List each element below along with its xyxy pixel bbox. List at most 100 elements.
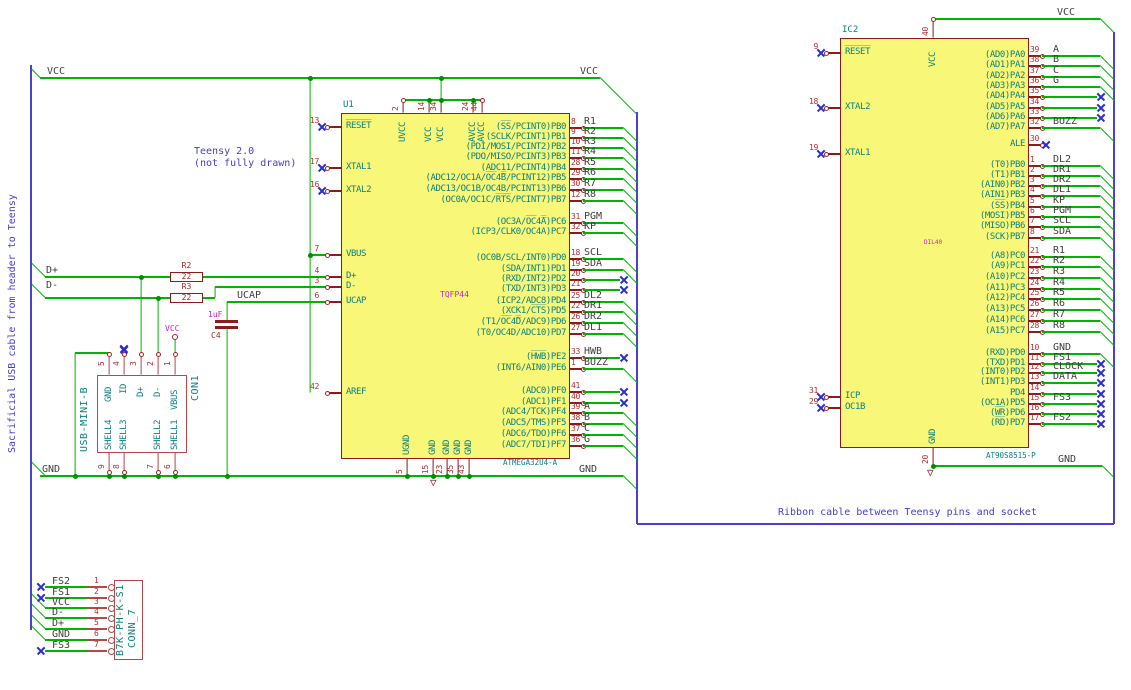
wire-segment [933, 18, 1100, 20]
pin-number: 1 [94, 576, 99, 585]
pin-end [400, 97, 406, 103]
no-connect-icon [1042, 141, 1050, 149]
pin-number: 14 [417, 101, 426, 111]
pin-number: 4 [112, 361, 121, 366]
pin-name: SHELL3 [119, 419, 129, 450]
no-connect-icon [1097, 114, 1105, 122]
wire-segment [1042, 277, 1100, 279]
pin-number: 28 [1030, 321, 1040, 330]
pin-number: 37 [1030, 66, 1040, 75]
net-label-SDA: SDA [1053, 226, 1072, 237]
wire-segment [45, 276, 170, 278]
ic-part-name: AT90S8515-P [986, 451, 1036, 460]
pin-name: (OC0B/SCL/INT0)PD0 [475, 253, 567, 263]
pin-end [479, 97, 485, 103]
wire-segment [1042, 76, 1100, 78]
pin-name: VBUS [170, 389, 180, 410]
pin-name: (ADC12/OC1A/O̅C̅4̅B̅/PCINT12)PB5 [425, 173, 566, 183]
net-label-R7: R7 [584, 178, 597, 189]
net-label-GND: GND [579, 464, 598, 475]
net-label-VCC: VCC [47, 66, 66, 77]
pin-name: (SCK)PB7 [984, 232, 1026, 242]
pin-number: 21 [571, 279, 581, 288]
junction-dot [455, 473, 461, 479]
pin-number: 9 [97, 464, 106, 469]
net-label-SCL: SCL [1053, 215, 1072, 226]
pin-name: XTAL1 [845, 148, 871, 158]
wire-segment [583, 333, 623, 335]
net-label-FS3: FS3 [52, 640, 71, 651]
pin-number: 9 [813, 42, 818, 51]
pin-name: AVCC [477, 121, 487, 142]
pin-name: GND [928, 428, 938, 444]
wire-segment [1042, 195, 1100, 197]
pin-name: (INT6/AIN0)PE6 [495, 363, 567, 373]
pin-number: 40 [921, 26, 930, 36]
wire-segment [1042, 423, 1097, 425]
wire-segment [1042, 298, 1100, 300]
pin-end [107, 594, 115, 602]
wire-segment [1042, 86, 1100, 88]
pin-name: GND [464, 439, 474, 455]
no-connect-icon [37, 583, 45, 591]
no-connect-icon [817, 49, 825, 57]
pin-end [324, 284, 330, 290]
pin-number: 18 [571, 248, 581, 257]
pin-number: 7 [146, 464, 155, 469]
net-label-BUZZ: BUZZ [584, 357, 609, 368]
pin-number: 39 [1030, 45, 1040, 54]
pin-number: 25 [1030, 288, 1040, 297]
net-label-SCL: SCL [584, 247, 603, 258]
wire-segment [75, 352, 109, 354]
wire-segment [157, 297, 159, 353]
pin-number: 30 [1030, 134, 1040, 143]
cable-line [636, 112, 638, 524]
no-connect-icon [318, 164, 326, 172]
no-connect-icon [120, 346, 128, 354]
pin-number: 36 [1030, 76, 1040, 85]
net-label-R3: R3 [1053, 266, 1066, 277]
ground-symbol: ▽ [927, 466, 934, 479]
teensy-note-line2: (not fully drawn) [194, 158, 297, 169]
pin-name: GND [428, 439, 438, 455]
pin-number: 3 [129, 361, 138, 366]
net-label-VCC: VCC [1057, 7, 1076, 18]
net-label-BUZZ: BUZZ [1053, 116, 1078, 127]
pin-end [107, 636, 115, 644]
cable-line [637, 523, 1114, 525]
pin-number: 36 [571, 435, 581, 444]
pin-number: 27 [571, 323, 581, 332]
resistor-reference: R2 [181, 261, 192, 270]
pin-number: 16 [309, 180, 319, 189]
pin-name: (T0/OC4D/ADC10)PD7 [475, 328, 567, 338]
net-label-KP: KP [584, 221, 597, 232]
pin-number: 2 [1030, 165, 1035, 174]
ic-reference: U1 [343, 100, 354, 110]
net-label-D+: D+ [46, 265, 59, 276]
ic-reference: IC2 [842, 25, 859, 35]
pin-line [932, 18, 934, 38]
pin-number: 30 [571, 179, 581, 188]
net-label-A: A [584, 401, 591, 412]
wire-segment [30, 283, 46, 299]
junction-dot [404, 473, 410, 479]
pin-end [107, 614, 115, 622]
pin-number: 40 [571, 392, 581, 401]
pin-name: (T1/O̅C̅4̅D̅/ADC9)PD6 [480, 317, 567, 327]
pin-name: (A13)PC5 [984, 304, 1026, 314]
pin-name: (ADC13/OC1B/OC4B/PCINT13)PB6 [425, 184, 566, 194]
pin-number: 18 [808, 97, 818, 106]
pin-number: 20 [921, 454, 930, 464]
pin-number: 20 [571, 269, 581, 278]
junction-dot [470, 97, 476, 103]
pin-number: 10 [1030, 343, 1040, 352]
net-label-DL1: DL1 [584, 322, 603, 333]
wire-segment [1042, 96, 1097, 98]
net-label-R4: R4 [584, 146, 597, 157]
pin-number: 33 [571, 347, 581, 356]
teensy-note-line1: Teensy 2.0 [194, 146, 255, 157]
pin-number: 29 [571, 168, 581, 177]
net-label-DR1: DR1 [584, 300, 603, 311]
pin-end [172, 351, 178, 357]
pin-name: (INT1)PD3 [979, 377, 1026, 387]
